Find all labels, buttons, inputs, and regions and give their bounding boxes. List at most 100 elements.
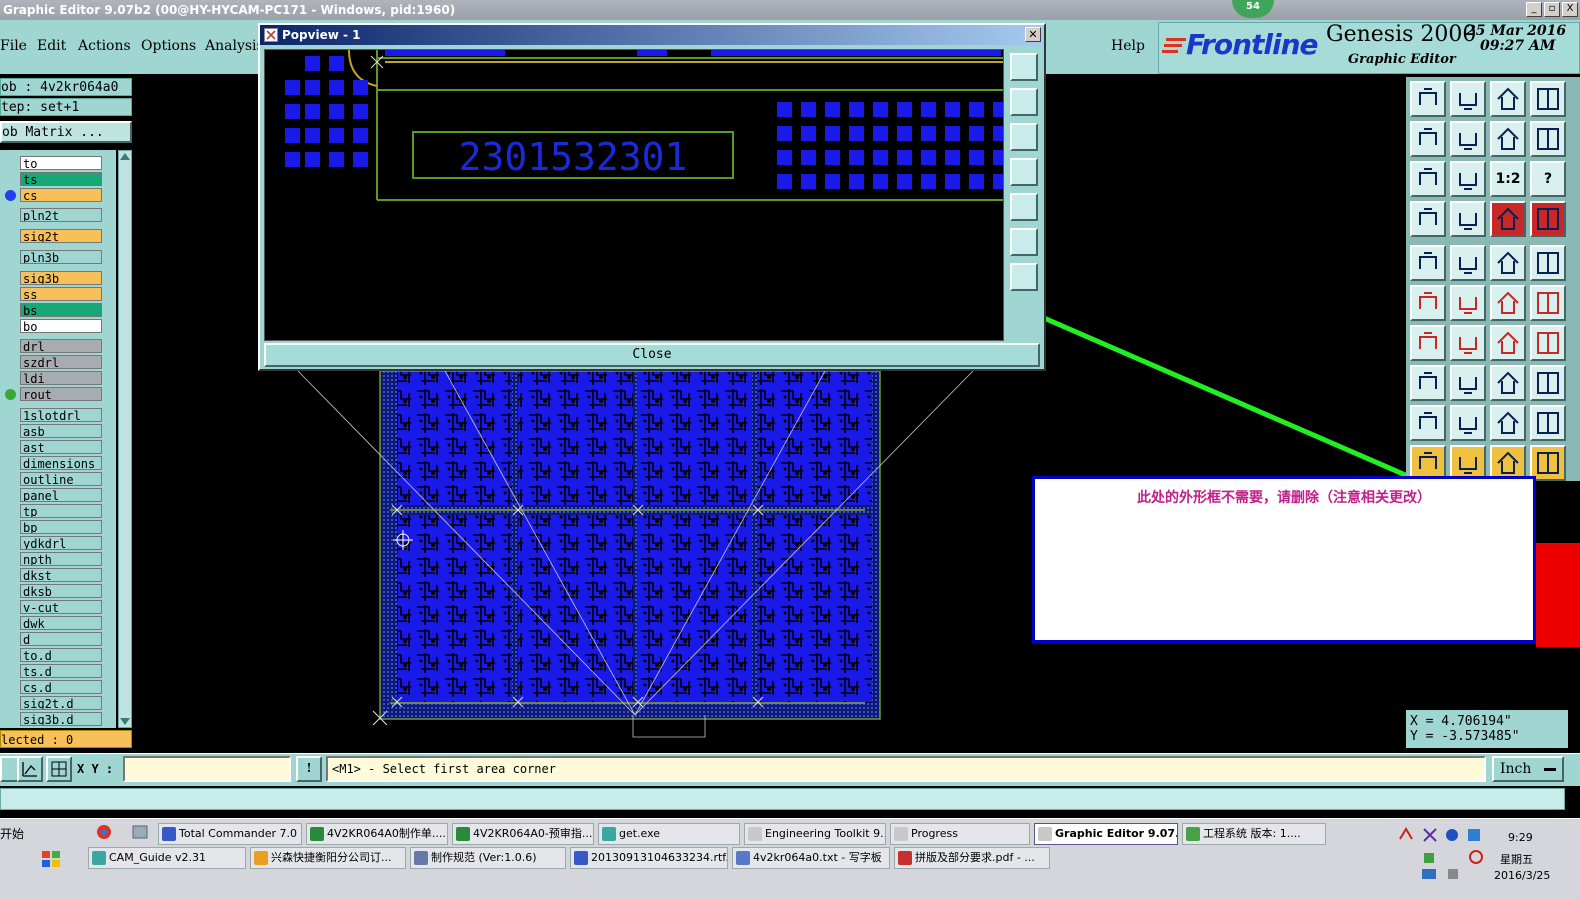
menu-analysis[interactable]: Analysis bbox=[205, 38, 264, 54]
layer-name[interactable]: panel bbox=[20, 488, 102, 502]
layer-visibility-dot-icon[interactable] bbox=[5, 458, 16, 469]
grid-snap-icon[interactable] bbox=[46, 756, 72, 782]
popview-pan-right-icon[interactable] bbox=[1010, 193, 1038, 221]
layer-name[interactable]: ts.d bbox=[20, 664, 102, 678]
point-red-icon[interactable] bbox=[1530, 285, 1566, 321]
popview-zoom-in-icon[interactable] bbox=[1010, 228, 1038, 256]
layer-visibility-dot-icon[interactable] bbox=[5, 442, 16, 453]
cross-icon[interactable] bbox=[1450, 285, 1486, 321]
xy-input[interactable] bbox=[123, 756, 291, 782]
menu-options[interactable]: Options bbox=[141, 38, 196, 54]
layer-down-icon[interactable] bbox=[1450, 81, 1486, 117]
layer-row[interactable]: pln3b bbox=[0, 250, 104, 264]
layer-row[interactable]: to.d bbox=[0, 648, 104, 662]
layer-name[interactable]: tp bbox=[20, 504, 102, 518]
layer-visibility-dot-icon[interactable] bbox=[5, 634, 16, 645]
layer-row[interactable]: sig2t bbox=[0, 229, 104, 243]
layer-visibility-dot-icon[interactable] bbox=[5, 321, 16, 332]
layer-row[interactable]: ydkdrl bbox=[0, 536, 104, 550]
triangle-icon[interactable] bbox=[1410, 405, 1446, 441]
layer-visibility-dot-icon[interactable] bbox=[5, 174, 16, 185]
line-red-icon[interactable] bbox=[1410, 325, 1446, 361]
layer-visibility-dot-icon[interactable] bbox=[5, 426, 16, 437]
popview-zoom-out-icon[interactable] bbox=[1010, 263, 1038, 291]
layer-row[interactable]: ldi bbox=[0, 371, 104, 385]
taskbar-button[interactable]: 20130913104633234.rtf... bbox=[570, 847, 728, 869]
layer-name[interactable]: cs.d bbox=[20, 680, 102, 694]
taskbar-button[interactable]: 拼版及部分要求.pdf - ... bbox=[894, 847, 1050, 869]
layer-visibility-dot-icon[interactable] bbox=[5, 682, 16, 693]
connect-icon[interactable] bbox=[1410, 285, 1446, 321]
menu-file[interactable]: File bbox=[0, 38, 27, 54]
windows-logo-icon[interactable] bbox=[40, 849, 62, 869]
layer-name[interactable]: cs bbox=[20, 188, 102, 202]
layer-visibility-dot-icon[interactable] bbox=[5, 410, 16, 421]
layer-name[interactable]: to.d bbox=[20, 648, 102, 662]
layer-name[interactable]: bo bbox=[20, 319, 102, 333]
net-red-icon[interactable] bbox=[1490, 201, 1526, 237]
layer-row[interactable]: ast bbox=[0, 440, 104, 454]
layer-row[interactable]: v-cut bbox=[0, 600, 104, 614]
layer-visibility-dot-icon[interactable] bbox=[5, 231, 16, 242]
alert-button[interactable]: ! bbox=[296, 756, 322, 782]
arc-icon[interactable] bbox=[1490, 325, 1526, 361]
layer-row[interactable]: dwk bbox=[0, 616, 104, 630]
system-tray-icons[interactable] bbox=[1398, 825, 1488, 885]
layer-name[interactable]: rout bbox=[20, 387, 102, 401]
redo-icon[interactable] bbox=[1530, 121, 1566, 157]
draw-icon[interactable] bbox=[1450, 245, 1486, 281]
taskbar-button[interactable]: get.exe bbox=[598, 823, 740, 845]
layer-name[interactable]: drl bbox=[20, 339, 102, 353]
layer-visibility-dot-icon[interactable] bbox=[5, 618, 16, 629]
taskbar-button[interactable]: 兴森快捷衡阳分公司订... bbox=[250, 847, 406, 869]
scroll-down-icon[interactable] bbox=[119, 717, 131, 727]
layer-visibility-dot-icon[interactable] bbox=[5, 506, 16, 517]
layer-row[interactable]: szdrl bbox=[0, 355, 104, 369]
layer-row[interactable]: tp bbox=[0, 504, 104, 518]
start-button[interactable]: 开始 bbox=[0, 823, 30, 845]
layer-row[interactable]: sig2t.d bbox=[0, 696, 104, 710]
layer-row[interactable]: sig3b bbox=[0, 271, 104, 285]
minimize-button[interactable]: _ bbox=[1526, 2, 1542, 17]
layer-row[interactable]: drl bbox=[0, 339, 104, 353]
taskbar-button[interactable]: 工程系统 版本: 1.... bbox=[1182, 823, 1326, 845]
taskbar-button[interactable]: 4v2kr064a0.txt - 写字板 bbox=[732, 847, 890, 869]
layer-up-icon[interactable] bbox=[1410, 81, 1446, 117]
layer-visibility-dot-icon[interactable] bbox=[5, 538, 16, 549]
layer-row[interactable]: to bbox=[0, 156, 104, 170]
layer-visibility-dot-icon[interactable] bbox=[5, 158, 16, 169]
home-icon[interactable] bbox=[1490, 81, 1526, 117]
taskbar-button[interactable]: CAM_Guide v2.31 bbox=[88, 847, 246, 869]
layer-row[interactable]: bo bbox=[0, 319, 104, 333]
undo-icon[interactable] bbox=[1490, 121, 1526, 157]
layer-visibility-dot-icon[interactable] bbox=[5, 602, 16, 613]
close-button[interactable]: X bbox=[1562, 2, 1578, 17]
layer-visibility-dot-icon[interactable] bbox=[5, 289, 16, 300]
layer-row[interactable]: dimensions bbox=[0, 456, 104, 470]
layer-name[interactable]: sig2t.d bbox=[20, 696, 102, 710]
layer-row[interactable]: outline bbox=[0, 472, 104, 486]
layer-name[interactable]: ldi bbox=[20, 371, 102, 385]
layer-visibility-dot-icon[interactable] bbox=[5, 554, 16, 565]
layer-visibility-dot-icon[interactable] bbox=[5, 210, 16, 221]
ratio-icon[interactable]: 1:2 bbox=[1490, 161, 1526, 197]
layer-row[interactable]: 1slotdrl bbox=[0, 408, 104, 422]
layer-row[interactable]: ts bbox=[0, 172, 104, 186]
copy-icon[interactable] bbox=[1530, 365, 1566, 401]
job-matrix-button[interactable]: ob Matrix ... bbox=[0, 121, 132, 143]
layer-visibility-dot-icon[interactable] bbox=[5, 490, 16, 501]
layer-scrollbar[interactable] bbox=[118, 150, 132, 728]
layer-visibility-dot-icon[interactable] bbox=[5, 586, 16, 597]
layer-name[interactable]: outline bbox=[20, 472, 102, 486]
layer-name[interactable]: ts bbox=[20, 172, 102, 186]
triangle-4-icon[interactable] bbox=[1530, 405, 1566, 441]
move-icon[interactable] bbox=[1410, 245, 1446, 281]
layer-visibility-dot-icon[interactable] bbox=[5, 389, 16, 400]
triangle-3-icon[interactable] bbox=[1490, 405, 1526, 441]
layer-row[interactable]: panel bbox=[0, 488, 104, 502]
zoom-center-icon[interactable] bbox=[1450, 161, 1486, 197]
desktop-icon[interactable] bbox=[132, 824, 148, 840]
layer-name[interactable]: szdrl bbox=[20, 355, 102, 369]
layer-name[interactable]: sig3b bbox=[20, 271, 102, 285]
layer-row[interactable]: cs.d bbox=[0, 680, 104, 694]
